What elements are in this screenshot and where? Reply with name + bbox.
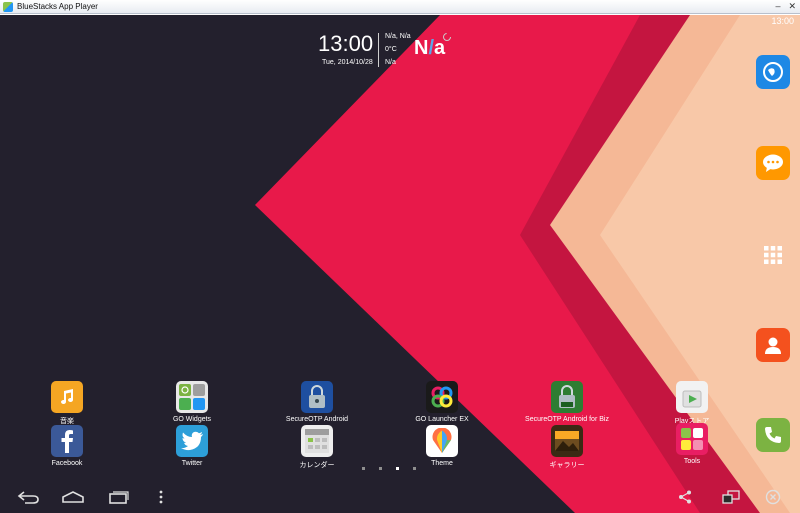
navigation-bar [0,480,800,513]
go-widgets-icon [176,381,208,413]
play-store-icon [676,381,708,413]
app-music[interactable]: 音楽 [22,381,112,426]
app-secureotp-android[interactable]: SecureOTP Android [272,381,362,423]
weather-location: N/a, N/a [385,33,411,40]
weather-temperature: 0°C [385,46,397,53]
app-go-launcher-ex[interactable]: GO Launcher EX [397,381,487,423]
contacts-icon [765,337,781,354]
window-titlebar: BlueStacks App Player – ✕ [0,0,800,14]
close-icon [765,489,781,505]
recent-apps-button[interactable] [104,487,134,507]
app-tools-folder[interactable]: Tools [647,423,737,465]
browser-icon [763,62,783,82]
android-screen: 13:00 13:00 Tue, 2014/10/28 N/a, N/a 0°C… [0,15,800,513]
share-icon [679,490,691,504]
weather-status-large: N/a [414,37,445,60]
weather-status-prefix: N [414,37,429,59]
page-indicator [362,467,416,470]
share-button[interactable] [670,487,700,507]
window-controls: – ✕ [775,1,796,12]
app-secureotp-android-biz[interactable]: SecureOTP Android for Biz [522,381,612,423]
page-dot[interactable] [379,467,382,470]
refresh-icon[interactable] [442,32,452,42]
window-title: BlueStacks App Player [17,2,98,11]
close-app-button[interactable] [758,487,788,507]
lock-icon [301,381,333,413]
gallery-icon [551,425,583,457]
app-label: SecureOTP Android for Biz [525,416,609,423]
page-dot-active[interactable] [396,467,399,470]
screen-rotate-icon [722,490,740,504]
widget-divider [378,33,379,67]
home-button[interactable] [58,487,88,507]
app-label: Tools [683,458,701,465]
app-calendar[interactable]: カレンダー [272,425,362,470]
calendar-icon [301,425,333,457]
tools-folder-icon [676,423,708,455]
app-play-store[interactable]: Playストア [647,381,737,426]
menu-button[interactable] [146,487,176,507]
dock-messages-button[interactable] [756,146,790,180]
app-theme[interactable]: Theme [397,425,487,467]
lock-biz-icon [551,381,583,413]
clock-time: 13:00 [318,31,374,56]
page-dot[interactable] [362,467,365,470]
dock-contacts-button[interactable] [756,328,790,362]
app-label: Theme [431,460,453,467]
app-facebook[interactable]: Facebook [22,425,112,467]
app-gallery[interactable]: ギャラリー [522,425,612,470]
music-icon [51,381,83,413]
facebook-icon [51,425,83,457]
menu-icon [159,490,163,504]
weather-condition: N/a [385,59,396,66]
app-label: GO Widgets [172,416,212,423]
app-drawer-icon [764,246,782,264]
dock-phone-button[interactable] [756,418,790,452]
page-dot[interactable] [413,467,416,470]
back-button[interactable] [14,487,44,507]
twitter-icon [176,425,208,457]
app-label: SecureOTP Android [285,416,349,423]
app-label: カレンダー [299,462,335,469]
screen-rotate-button[interactable] [716,487,746,507]
dock-app-drawer-button[interactable] [756,238,790,272]
home-icon [62,491,84,503]
app-label: ギャラリー [549,462,585,469]
dock-browser-button[interactable] [756,55,790,89]
phone-icon [765,427,781,443]
status-bar-time: 13:00 [771,16,794,26]
app-label: Facebook [51,460,83,467]
close-window-icon[interactable]: ✕ [788,1,796,12]
go-launcher-icon [426,381,458,413]
app-label: GO Launcher EX [415,416,469,423]
clock-date: Tue, 2014/10/28 [322,59,373,66]
bluestacks-logo-icon [3,1,13,12]
app-label: Twitter [181,460,203,467]
minimize-icon[interactable]: – [775,1,780,12]
app-go-widgets[interactable]: GO Widgets [147,381,237,423]
recent-apps-icon [109,491,129,504]
back-icon [17,491,39,504]
messages-icon [763,154,783,172]
app-twitter[interactable]: Twitter [147,425,237,467]
theme-icon [426,425,458,457]
